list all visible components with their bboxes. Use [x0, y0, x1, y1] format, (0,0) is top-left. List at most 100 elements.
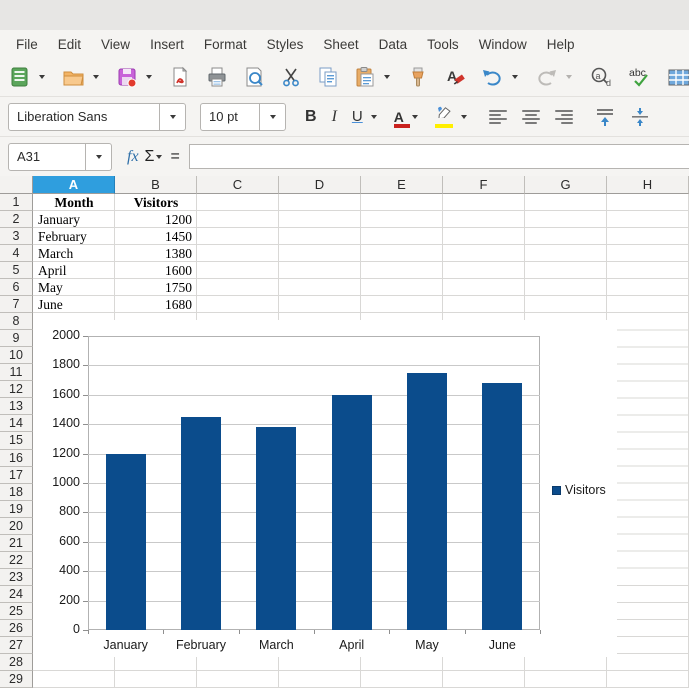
column-header-H[interactable]: H [607, 176, 689, 194]
row-header-22[interactable]: 22 [0, 551, 33, 569]
paste-button[interactable] [351, 63, 379, 91]
row-header-27[interactable]: 27 [0, 636, 33, 654]
row-header-10[interactable]: 10 [0, 347, 33, 365]
center-vertically-button[interactable] [627, 103, 653, 131]
align-left-button[interactable] [486, 103, 510, 131]
save-button[interactable] [113, 63, 141, 91]
row-header-20[interactable]: 20 [0, 517, 33, 535]
formula-input[interactable] [188, 144, 689, 169]
redo-button[interactable] [532, 63, 561, 91]
row-header-14[interactable]: 14 [0, 415, 33, 433]
cell-A2[interactable]: January [34, 211, 114, 228]
undo-button[interactable] [478, 63, 507, 91]
column-header-G[interactable]: G [525, 176, 607, 194]
font-name-combobox[interactable]: Liberation Sans [8, 102, 186, 131]
row-header-1[interactable]: 1 [0, 194, 33, 212]
row-header-23[interactable]: 23 [0, 568, 33, 586]
row-header-15[interactable]: 15 [0, 432, 33, 450]
open-button[interactable] [59, 63, 88, 91]
open-dropdown[interactable] [88, 63, 104, 91]
cell-B2[interactable]: 1200 [116, 211, 196, 228]
row-header-11[interactable]: 11 [0, 364, 33, 382]
font-name-dropdown[interactable] [159, 103, 185, 130]
row-header-26[interactable]: 26 [0, 619, 33, 637]
row-header-3[interactable]: 3 [0, 228, 33, 246]
bold-button[interactable]: B [302, 103, 320, 131]
function-wizard-button[interactable]: fx [124, 143, 142, 171]
cell-A1[interactable]: Month [34, 194, 114, 211]
redo-dropdown[interactable] [561, 63, 577, 91]
row-header-4[interactable]: 4 [0, 245, 33, 263]
save-dropdown[interactable] [141, 63, 157, 91]
row-header-18[interactable]: 18 [0, 483, 33, 501]
row-header-12[interactable]: 12 [0, 381, 33, 399]
row-header-21[interactable]: 21 [0, 534, 33, 552]
row-header-29[interactable]: 29 [0, 670, 33, 688]
column-header-B[interactable]: B [115, 176, 197, 194]
menu-item-data[interactable]: Data [369, 33, 418, 56]
menu-item-tools[interactable]: Tools [417, 33, 469, 56]
menu-item-view[interactable]: View [91, 33, 140, 56]
spreadsheet-area[interactable]: ABCDEFGH 1 2 3 4 5 6 7 8 9 10 11 12 13 14 15 16 17 18 19 20… [0, 176, 689, 688]
export-pdf-button[interactable] [166, 63, 194, 91]
menu-item-insert[interactable]: Insert [140, 33, 194, 56]
table-borders-button[interactable] [664, 63, 689, 91]
clone-formatting-button[interactable] [404, 63, 432, 91]
menu-item-edit[interactable]: Edit [48, 33, 91, 56]
underline-button[interactable]: U [349, 103, 366, 131]
menu-item-file[interactable]: File [6, 33, 48, 56]
cell-A3[interactable]: February [34, 228, 114, 245]
bar-april[interactable] [331, 394, 372, 630]
font-size-combobox[interactable]: 10 pt [200, 102, 286, 131]
new-document-dropdown[interactable] [34, 63, 50, 91]
bar-january[interactable] [105, 453, 146, 630]
row-header-28[interactable]: 28 [0, 653, 33, 671]
new-document-button[interactable] [6, 63, 34, 91]
cell-B6[interactable]: 1750 [116, 279, 196, 296]
menu-item-format[interactable]: Format [194, 33, 257, 56]
print-button[interactable] [203, 63, 231, 91]
name-box[interactable]: A31 [8, 142, 112, 171]
bar-may[interactable] [407, 372, 447, 630]
formula-button[interactable]: = [167, 143, 182, 171]
italic-button[interactable]: I [329, 103, 340, 131]
cell-B1[interactable]: Visitors [116, 194, 196, 211]
menu-item-styles[interactable]: Styles [257, 33, 314, 56]
row-header-25[interactable]: 25 [0, 602, 33, 620]
cell-B7[interactable]: 1680 [116, 296, 196, 313]
font-size-dropdown[interactable] [259, 103, 285, 130]
row-header-8[interactable]: 8 [0, 313, 33, 331]
select-function-button[interactable]: Σ [142, 143, 168, 171]
select-all-corner[interactable] [0, 176, 33, 194]
spelling-button[interactable]: abc [625, 63, 655, 91]
name-box-dropdown[interactable] [85, 143, 111, 170]
align-center-button[interactable] [519, 103, 543, 131]
print-preview-button[interactable] [240, 63, 268, 91]
bar-february[interactable] [181, 416, 221, 630]
menu-item-sheet[interactable]: Sheet [313, 33, 368, 56]
row-header-7[interactable]: 7 [0, 296, 33, 314]
clear-formatting-button[interactable]: A [441, 63, 469, 91]
cell-A5[interactable]: April [34, 262, 114, 279]
align-top-button[interactable] [592, 103, 618, 131]
row-header-5[interactable]: 5 [0, 262, 33, 280]
row-header-19[interactable]: 19 [0, 500, 33, 518]
cell-B5[interactable]: 1600 [116, 262, 196, 279]
cell-A6[interactable]: May [34, 279, 114, 296]
column-header-C[interactable]: C [197, 176, 279, 194]
bar-june[interactable] [482, 383, 523, 630]
underline-dropdown[interactable] [366, 103, 382, 131]
row-header-17[interactable]: 17 [0, 466, 33, 484]
align-right-button[interactable] [552, 103, 576, 131]
undo-dropdown[interactable] [507, 63, 523, 91]
cell-B4[interactable]: 1380 [116, 245, 196, 262]
row-header-16[interactable]: 16 [0, 449, 33, 467]
font-color-button[interactable]: A [391, 103, 410, 131]
cut-button[interactable] [277, 63, 305, 91]
cell-B3[interactable]: 1450 [116, 228, 196, 245]
visitors-bar-chart[interactable]: 0 200 400 600 800 1000 1200 1400 1600 1800 2000 Jan… [33, 320, 617, 657]
row-header-9[interactable]: 9 [0, 330, 33, 348]
row-header-2[interactable]: 2 [0, 211, 33, 229]
menu-item-help[interactable]: Help [537, 33, 585, 56]
row-header-13[interactable]: 13 [0, 398, 33, 416]
